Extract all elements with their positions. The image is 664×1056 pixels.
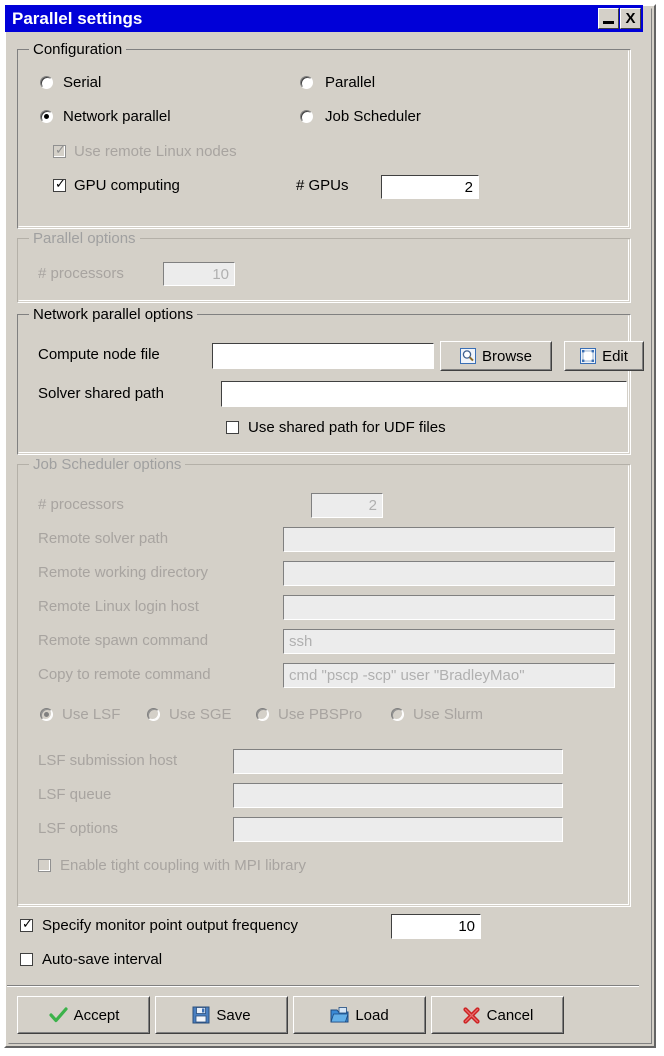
window-title: Parallel settings	[12, 8, 143, 28]
title-bar-buttons: X	[598, 8, 643, 29]
js-remote-working-directory-input	[283, 561, 615, 586]
edit-button[interactable]: Edit	[564, 341, 644, 371]
save-button-label: Save	[216, 1006, 251, 1024]
radio-selected-dot	[44, 114, 49, 119]
radio-serial[interactable]	[40, 76, 53, 89]
compute-node-file-label: Compute node file	[38, 346, 160, 363]
radio-use-pbspro	[256, 708, 269, 721]
radio-use-sge-label: Use SGE	[169, 706, 232, 723]
checkbox-use-remote-linux-nodes: ✓	[53, 143, 66, 158]
browse-button[interactable]: Browse	[440, 341, 552, 371]
network-parallel-options-group: Network parallel options Compute node fi…	[17, 306, 644, 455]
checkbox-tight-coupling-mpi-label: Enable tight coupling with MPI library	[60, 857, 306, 874]
bottom-separator	[7, 985, 639, 987]
close-icon: X	[625, 10, 636, 27]
js-remote-solver-path-input	[283, 527, 615, 552]
checkbox-auto-save-interval-label: Auto-save interval	[42, 951, 163, 968]
monitor-frequency-input[interactable]: 10	[391, 914, 481, 939]
radio-use-sge	[147, 708, 160, 721]
lsf-queue-input	[233, 783, 563, 808]
radio-use-lsf-label: Use LSF	[62, 706, 121, 723]
lsf-submission-host-label: LSF submission host	[38, 752, 178, 769]
radio-serial-label: Serial	[63, 74, 102, 91]
job-scheduler-options-group: Job Scheduler options # processors 2 Rem…	[17, 456, 631, 907]
cancel-button[interactable]: Cancel	[431, 996, 564, 1034]
network-parallel-options-group-title: Network parallel options	[29, 306, 198, 323]
solver-shared-path-label: Solver shared path	[38, 385, 164, 402]
minimize-button[interactable]	[598, 8, 619, 29]
load-button-label: Load	[355, 1006, 389, 1024]
checkmark-icon: ✓	[22, 917, 33, 932]
checkbox-tight-coupling-mpi	[38, 859, 51, 872]
gpus-input[interactable]: 2	[381, 175, 479, 199]
title-bar[interactable]: Parallel settings X	[5, 5, 643, 32]
parallel-options-group: Parallel options # processors 10	[17, 230, 631, 303]
lsf-queue-label: LSF queue	[38, 786, 112, 803]
edit-square-icon	[580, 348, 597, 364]
radio-job-scheduler-label: Job Scheduler	[325, 108, 421, 125]
gpus-label: # GPUs	[296, 177, 349, 194]
radio-use-slurm	[391, 708, 404, 721]
green-check-icon	[48, 1005, 68, 1025]
parallel-processors-input: 10	[163, 262, 235, 286]
radio-use-slurm-label: Use Slurm	[413, 706, 484, 723]
js-remote-linux-login-host-input	[283, 595, 615, 620]
magnifier-icon	[459, 348, 476, 364]
checkbox-gpu-computing[interactable]: ✓	[53, 177, 66, 192]
lsf-submission-host-input	[233, 749, 563, 774]
js-copy-to-remote-command-input: cmd "pscp -scp" user "BradleyMao"	[283, 663, 615, 688]
radio-parallel[interactable]	[300, 76, 313, 89]
parallel-processors-label: # processors	[38, 265, 124, 282]
configuration-group: Configuration Serial Parallel Network pa…	[17, 41, 631, 229]
floppy-disk-icon	[192, 1006, 210, 1024]
checkbox-auto-save-interval[interactable]	[20, 953, 33, 966]
lsf-options-input	[233, 817, 563, 842]
radio-parallel-label: Parallel	[325, 74, 376, 91]
lsf-options-label: LSF options	[38, 820, 119, 837]
dialog-body: Configuration Serial Parallel Network pa…	[5, 35, 644, 1051]
close-button[interactable]: X	[620, 8, 641, 29]
js-remote-linux-login-host-label: Remote Linux login host	[38, 598, 199, 615]
checkmark-icon: ✓	[55, 143, 66, 158]
radio-network-parallel-label: Network parallel	[63, 108, 171, 125]
checkbox-monitor-frequency[interactable]: ✓	[20, 917, 33, 932]
js-processors-input: 2	[311, 493, 383, 518]
js-remote-spawn-command-input: ssh	[283, 629, 615, 654]
red-x-icon	[462, 1006, 481, 1025]
parallel-options-group-title: Parallel options	[29, 230, 140, 247]
js-remote-working-directory-label: Remote working directory	[38, 564, 209, 581]
cancel-button-label: Cancel	[486, 1006, 534, 1024]
checkbox-use-shared-path-udf[interactable]	[226, 421, 239, 434]
checkmark-icon: ✓	[55, 177, 66, 192]
js-processors-label: # processors	[38, 496, 124, 513]
checkbox-use-remote-linux-nodes-label: Use remote Linux nodes	[74, 143, 237, 160]
edit-button-label: Edit	[602, 347, 628, 365]
js-remote-solver-path-label: Remote solver path	[38, 530, 169, 547]
js-copy-to-remote-command-label: Copy to remote command	[38, 666, 211, 683]
radio-job-scheduler[interactable]	[300, 110, 313, 123]
save-button[interactable]: Save	[155, 996, 288, 1034]
checkbox-monitor-frequency-label: Specify monitor point output frequency	[42, 917, 298, 934]
js-remote-spawn-command-label: Remote spawn command	[38, 632, 209, 649]
checkbox-use-shared-path-udf-label: Use shared path for UDF files	[248, 419, 446, 436]
compute-node-file-input[interactable]	[212, 343, 434, 369]
browse-button-label: Browse	[481, 347, 533, 365]
radio-use-lsf	[40, 708, 53, 721]
radio-use-pbspro-label: Use PBSPro	[278, 706, 363, 723]
accept-button[interactable]: Accept	[17, 996, 150, 1034]
minimize-icon	[603, 21, 614, 24]
checkbox-gpu-computing-label: GPU computing	[74, 177, 180, 194]
solver-shared-path-input[interactable]	[221, 381, 627, 407]
job-scheduler-options-group-title: Job Scheduler options	[29, 456, 186, 473]
configuration-group-title: Configuration	[29, 41, 127, 58]
radio-network-parallel[interactable]	[40, 110, 53, 123]
accept-button-label: Accept	[73, 1006, 120, 1024]
radio-selected-dot	[44, 712, 49, 717]
load-button[interactable]: Load	[293, 996, 426, 1034]
folder-icon	[330, 1006, 349, 1024]
